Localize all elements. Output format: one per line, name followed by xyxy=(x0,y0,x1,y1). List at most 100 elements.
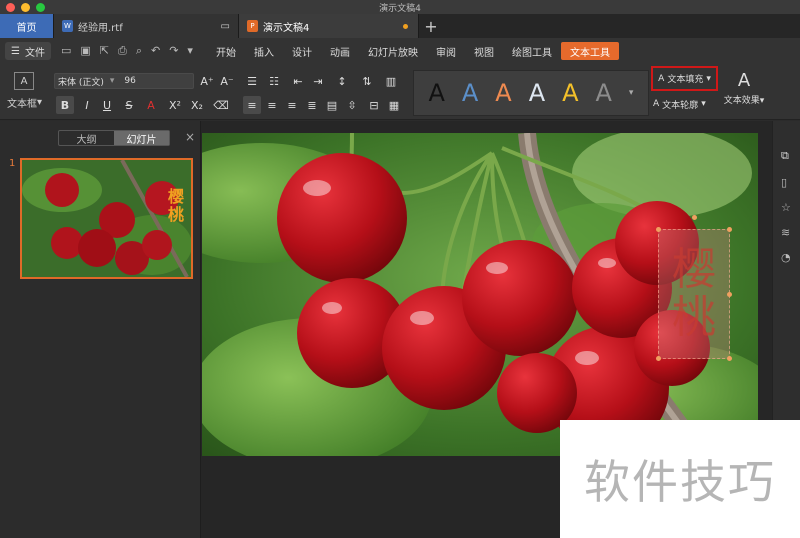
word-doc-icon: W xyxy=(62,20,73,32)
new-tab-button[interactable]: + xyxy=(419,14,443,38)
menu-item-1[interactable]: 插入 xyxy=(245,42,283,60)
more-dropdown-icon[interactable]: ▾ xyxy=(187,44,193,58)
unsaved-indicator-icon xyxy=(403,23,408,29)
text-fill-label: 文本填充 xyxy=(667,75,704,85)
textbox-icon[interactable]: A xyxy=(14,72,34,90)
document-tab-bar: 首页 W 经验用.rtf ▭ P 演示文稿4 + xyxy=(0,14,800,38)
font-color-button[interactable]: A xyxy=(142,96,160,114)
menu-item-7[interactable]: 绘图工具 xyxy=(503,42,561,60)
monitor-icon[interactable]: ▭ xyxy=(221,21,230,32)
superscript-button[interactable]: X² xyxy=(166,96,184,114)
resize-handle[interactable] xyxy=(656,227,661,232)
chevron-down-icon: ▾ xyxy=(701,99,706,109)
subscript-button[interactable]: X₂ xyxy=(188,96,206,114)
font-family-select[interactable]: 宋体 (正文) ▾ 96 xyxy=(54,73,194,89)
window-title: 演示文稿4 xyxy=(379,4,421,14)
font-size-value[interactable]: 96 xyxy=(124,76,135,86)
gallery-more-icon[interactable]: ▾ xyxy=(629,88,634,98)
increase-font-size-icon[interactable]: A⁺ xyxy=(198,72,216,90)
slide-navigation-panel: 大纲 幻灯片 × 1 樱 桃 xyxy=(0,121,201,538)
tab-slides[interactable]: 幻灯片 xyxy=(114,131,169,146)
bullet-list-icon[interactable]: ☰ xyxy=(243,72,261,90)
text-effect-label: 文本效果 xyxy=(723,96,760,106)
tab-document-rtf[interactable]: W 经验用.rtf ▭ xyxy=(54,14,239,38)
menu-item-8[interactable]: 文本工具 xyxy=(560,42,619,60)
resize-handle[interactable] xyxy=(727,356,732,361)
watermark-overlay: 软件技巧 xyxy=(560,420,800,538)
thumb-char-1: 樱 xyxy=(168,187,185,206)
watermark-text: 软件技巧 xyxy=(584,455,776,509)
tab-document-rtf-label: 经验用.rtf xyxy=(78,22,123,34)
text-fill-icon: A xyxy=(658,73,665,84)
align-left-icon[interactable]: ≡ xyxy=(243,96,261,114)
clear-format-icon[interactable]: ⌫ xyxy=(212,96,230,114)
shape-style-icon[interactable]: ☆ xyxy=(781,201,791,214)
menu-item-2[interactable]: 设计 xyxy=(283,42,321,60)
paragraph-spacing-icon[interactable]: ⇳ xyxy=(343,96,361,114)
save-icon[interactable]: ▣ xyxy=(80,44,90,58)
rotate-handle[interactable] xyxy=(692,215,697,220)
text-style-preset-6[interactable]: A xyxy=(596,79,612,107)
decrease-indent-icon[interactable]: ⇤ xyxy=(289,72,307,90)
undo-icon[interactable]: ↶ xyxy=(151,44,160,58)
outline-slides-toggle: 大纲 幻灯片 xyxy=(58,130,170,146)
menu-item-6[interactable]: 视图 xyxy=(465,42,503,60)
smart-art-icon[interactable]: ▦ xyxy=(385,96,403,114)
vertical-align-icon[interactable]: ⊟ xyxy=(365,96,383,114)
vertical-text-box[interactable]: 樱 桃 xyxy=(658,229,730,359)
line-spacing-icon[interactable]: ↕ xyxy=(333,72,351,90)
vertical-char-2: 桃 xyxy=(672,292,716,343)
bold-button[interactable]: B xyxy=(56,96,74,114)
file-menu-label: 文件 xyxy=(24,47,45,59)
text-style-preset-3[interactable]: A xyxy=(495,79,511,107)
export-icon[interactable]: ⇱ xyxy=(100,44,109,58)
numbered-list-icon[interactable]: ☷ xyxy=(265,72,283,90)
align-right-icon[interactable]: ≡ xyxy=(283,96,301,114)
underline-button[interactable]: U xyxy=(98,96,116,114)
text-style-preset-4[interactable]: A xyxy=(529,79,545,107)
settings-sliders-icon[interactable]: ≋ xyxy=(781,226,790,239)
history-icon[interactable]: ◔ xyxy=(781,251,791,264)
object-properties-icon[interactable]: ⧉ xyxy=(781,149,789,163)
tab-home[interactable]: 首页 xyxy=(0,14,54,38)
chevron-down-icon: ▾ xyxy=(706,73,711,84)
align-center-icon[interactable]: ≡ xyxy=(263,96,281,114)
textbox-button[interactable]: 文本框 ▾ xyxy=(7,95,42,110)
resize-handle[interactable] xyxy=(727,227,732,232)
text-direction-icon[interactable]: ⇅ xyxy=(358,72,376,90)
print-icon[interactable]: ⎙ xyxy=(118,44,127,58)
menu-item-3[interactable]: 动画 xyxy=(321,42,359,60)
text-style-preset-1[interactable]: A xyxy=(428,79,444,107)
cherry-thumbnail-image xyxy=(22,160,191,277)
increase-indent-icon[interactable]: ⇥ xyxy=(309,72,327,90)
italic-button[interactable]: I xyxy=(78,96,96,114)
column-icon[interactable]: ▥ xyxy=(382,72,400,90)
resize-handle[interactable] xyxy=(656,356,661,361)
tab-outline[interactable]: 大纲 xyxy=(59,131,114,146)
redo-icon[interactable]: ↷ xyxy=(169,44,178,58)
menu-item-0[interactable]: 开始 xyxy=(207,42,245,60)
file-menu-button[interactable]: ☰ 文件 xyxy=(5,42,51,60)
open-folder-icon[interactable]: ▭ xyxy=(61,44,71,58)
preview-icon[interactable]: ⌕ xyxy=(136,44,142,58)
main-menu-tabs: 开始 插入 设计 动画 幻灯片放映 审阅 视图 绘图工具 文本工具 xyxy=(207,42,619,60)
tab-document-presentation[interactable]: P 演示文稿4 xyxy=(239,14,419,38)
text-fill-button[interactable]: A 文本填充 ▾ xyxy=(651,66,718,91)
slide-layout-icon[interactable]: ▯ xyxy=(781,176,787,189)
text-style-preset-5[interactable]: A xyxy=(562,79,578,107)
text-outline-button[interactable]: A 文本轮廓 ▾ xyxy=(653,96,719,112)
close-icon[interactable]: × xyxy=(185,130,195,144)
distribute-icon[interactable]: ▤ xyxy=(323,96,341,114)
text-style-preset-2[interactable]: A xyxy=(462,79,478,107)
tab-document-presentation-label: 演示文稿4 xyxy=(263,22,310,34)
resize-handle[interactable] xyxy=(727,292,732,297)
menu-item-5[interactable]: 审阅 xyxy=(427,42,465,60)
text-effect-button[interactable]: A 文本效果▾ xyxy=(720,70,768,114)
menu-item-4[interactable]: 幻灯片放映 xyxy=(359,42,427,60)
slide-thumbnail[interactable]: 樱 桃 xyxy=(20,158,193,279)
textbox-label: 文本框 xyxy=(7,99,37,110)
tab-home-label: 首页 xyxy=(16,22,37,34)
justify-icon[interactable]: ≣ xyxy=(303,96,321,114)
decrease-font-size-icon[interactable]: A⁻ xyxy=(218,72,236,90)
strikethrough-button[interactable]: S xyxy=(120,96,138,114)
